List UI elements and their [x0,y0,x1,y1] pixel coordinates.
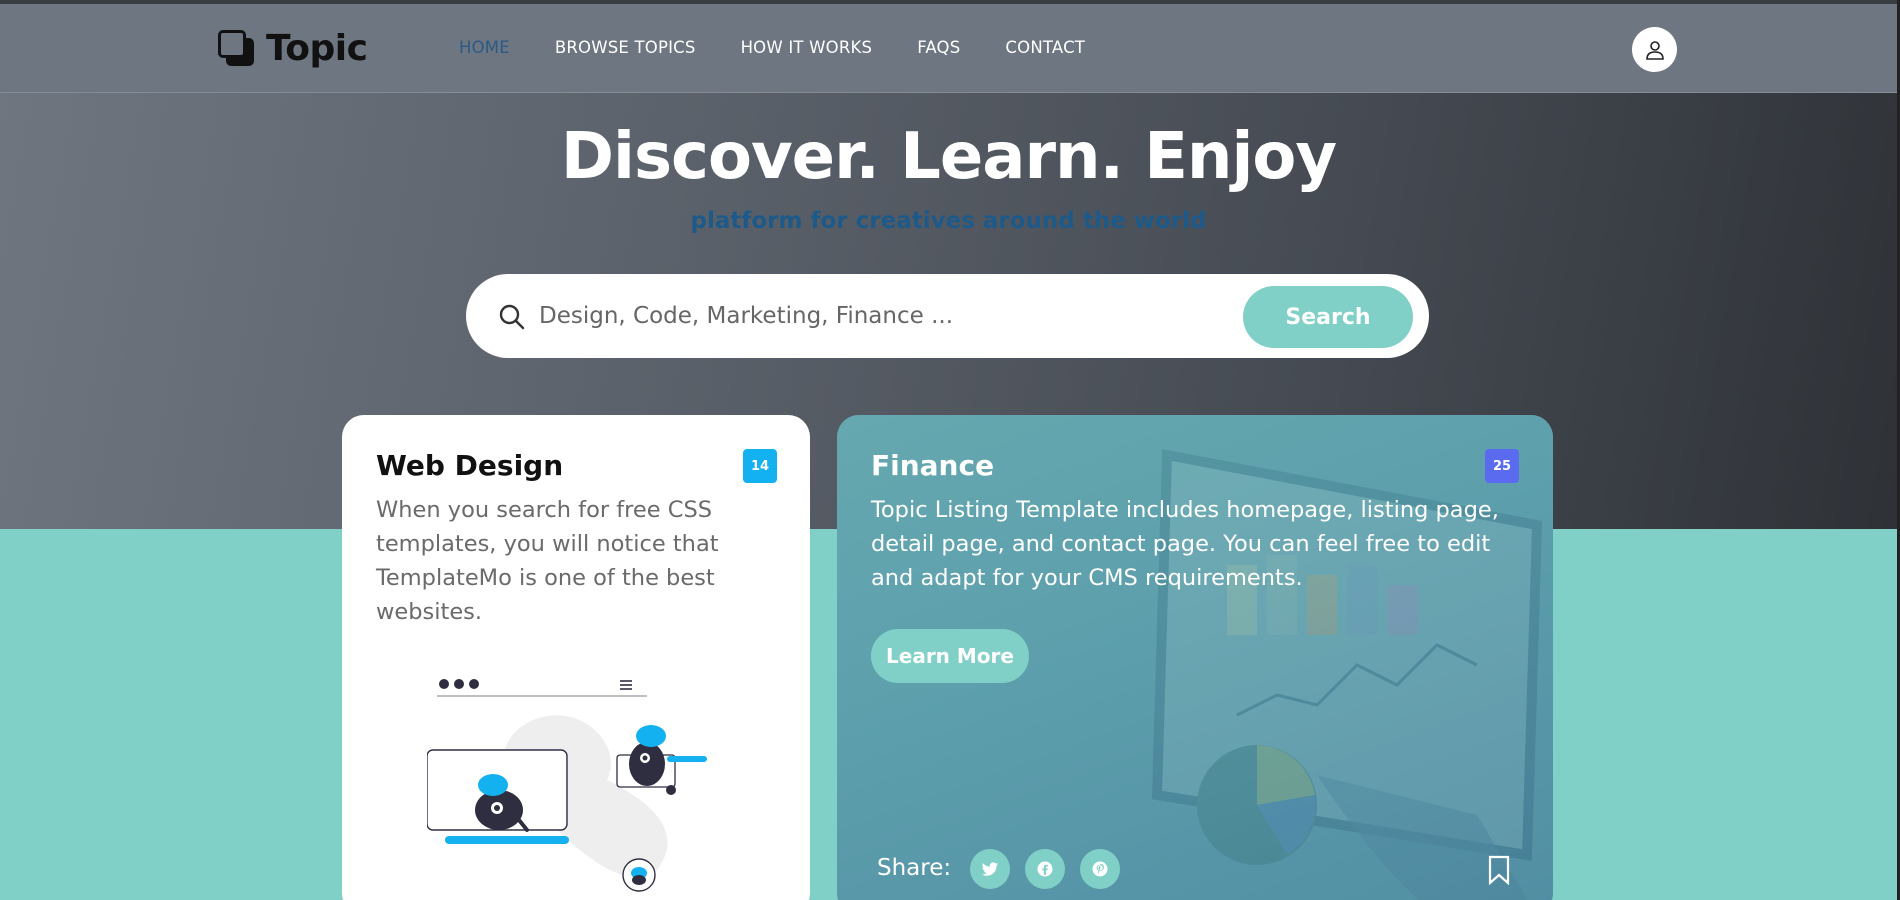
nav-item-contact[interactable]: CONTACT [1005,38,1085,57]
hero-title: Discover. Learn. Enjoy [560,120,1337,194]
bookmark-icon[interactable] [1487,855,1511,885]
search-icon [499,304,525,330]
facebook-icon[interactable] [1025,849,1065,889]
count-badge: 14 [743,449,777,483]
card-title: Web Design [376,449,564,482]
search-button[interactable]: Search [1243,286,1413,348]
card-description: When you search for free CSS templates, … [376,497,719,625]
brand-name: Topic [266,28,368,69]
window-top-border [0,0,1900,4]
pinterest-icon[interactable] [1080,849,1120,889]
nav-item-how-it-works[interactable]: HOW IT WORKS [741,38,873,57]
card-title: Finance [871,449,995,482]
topic-card-web-design[interactable]: Web Design 14 When you search for free C… [342,415,810,900]
overlapping-squares-icon [218,29,256,68]
nav-item-browse-topics[interactable]: BROWSE TOPICS [555,38,696,57]
brand-logo[interactable]: Topic [218,28,368,69]
hero-subtitle: platform for creatives around the world [690,208,1207,234]
card-description: Topic Listing Template includes homepage… [871,497,1499,591]
search-bar: Search [466,274,1429,358]
nav-item-faqs[interactable]: FAQS [917,38,960,57]
nav-menu: HOME BROWSE TOPICS HOW IT WORKS FAQS CON… [459,38,1130,57]
twitter-icon[interactable] [970,849,1010,889]
learn-more-button[interactable]: Learn More [871,629,1029,683]
count-badge: 25 [1485,449,1519,483]
search-input[interactable] [539,294,1219,338]
topic-card-finance[interactable]: Finance 25 Topic Listing Template includ… [837,415,1553,900]
web-design-illustration [427,679,707,892]
share-label: Share: [877,855,952,881]
user-icon [1645,40,1664,60]
user-button[interactable] [1632,27,1677,72]
navbar: Topic HOME BROWSE TOPICS HOW IT WORKS FA… [0,4,1897,93]
nav-item-home[interactable]: HOME [459,38,510,57]
